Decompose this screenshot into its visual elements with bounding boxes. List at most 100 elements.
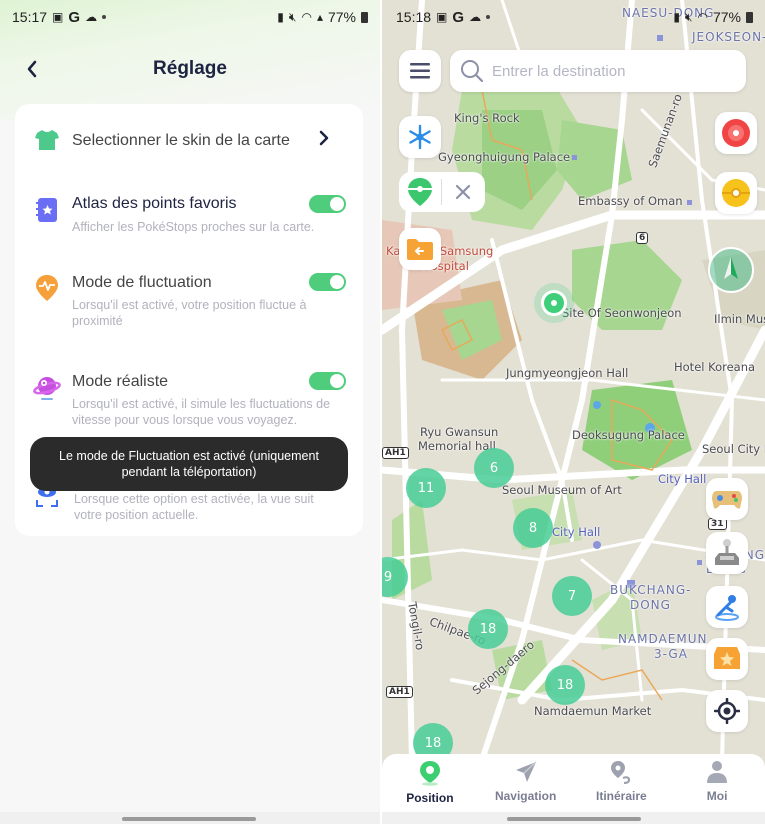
map-label: 3-GA [654,647,688,661]
status-time: 15:18 [396,9,432,25]
page-header: Réglage [0,55,380,85]
joystick-button[interactable] [706,532,748,574]
setting-description: Lorsqu'il est activé, il simule les fluc… [72,397,331,427]
tab-me[interactable]: Moi [669,754,765,812]
tab-label: Itinéraire [596,789,647,803]
mute-icon: 🔇︎ [288,10,297,24]
destination-input[interactable] [492,62,732,80]
tab-position[interactable]: Position [382,754,478,812]
status-bar: 15:18 ▣ G ☁ ▮ 🔇︎ ◠ 77% [396,8,753,26]
pokestop-cluster[interactable]: 6 [474,448,514,488]
battery-icon [746,11,753,23]
battery-saver-icon: ▮ [673,10,680,24]
setting-description: Lorsqu'il est activé, votre position flu… [72,298,307,328]
setting-favorites-atlas: Atlas des points favoris Afficher les Po… [15,192,363,242]
status-time: 15:17 [12,9,48,25]
battery-percent: 77% [712,9,741,25]
map-label: Deoksugung Palace [572,428,685,442]
t-shirt-icon [33,126,61,154]
settings-screen: 15:17 ▣ G ☁ ▮ 🔇︎ ◠ ▴ 77% Réglage Selecti… [0,0,380,824]
tab-label: Moi [706,789,728,803]
map-label: City Hall [552,525,601,539]
map-label: JEOKSEON- [692,30,765,44]
pokestop-filter-control [399,172,485,212]
wifi-icon: ◠ [301,10,312,24]
page-title: Réglage [153,58,227,79]
notification-dot-icon [486,15,491,19]
battery-saver-icon: ▮ [277,10,284,24]
current-location-marker[interactable] [534,283,574,323]
pokeball-button[interactable] [715,172,757,214]
toast-line-1: Le mode de Fluctuation est activé (uniqu… [59,449,319,463]
joystick-icon [715,539,739,565]
map-label: DONG [630,598,671,612]
google-icon: G [452,8,465,26]
person-icon [707,761,728,783]
import-button[interactable] [399,228,441,270]
menu-button[interactable] [399,50,441,92]
red-radar-icon [722,119,750,147]
teleport-button[interactable] [706,586,748,628]
map-label: Seoul City H [702,442,765,456]
close-icon [455,184,471,200]
gamepad-button[interactable] [706,478,748,520]
google-icon: G [68,8,81,26]
map-label: BUKCHANG- [610,583,692,597]
close-filter-button[interactable] [442,184,484,200]
radar-button[interactable] [715,112,757,154]
setting-title: Selectionner le skin de la carte [72,132,290,149]
cloud-icon: ☁ [469,10,482,24]
star-badge-icon [714,647,740,669]
setting-description: Afficher les PokéStops proches sur la ca… [72,220,315,234]
pokestop-cluster[interactable]: 11 [406,468,446,508]
tab-navigation[interactable]: Navigation [478,754,574,812]
gallery-icon: ▣ [52,10,64,24]
locate-me-button[interactable] [706,690,748,732]
setting-realistic-mode: Mode réaliste Lorsqu'il est activé, il s… [15,371,363,431]
menu-icon [410,63,430,79]
tab-label: Navigation [494,789,557,803]
gallery-icon: ▣ [436,10,448,24]
signal-icon: ▴ [316,10,323,24]
pokestop-cluster[interactable]: 8 [513,508,553,548]
home-indicator[interactable] [122,817,256,821]
setting-map-skin[interactable]: Selectionner le skin de la carte [15,124,363,156]
tab-label: Position [406,791,454,805]
pokestop-cluster[interactable]: 18 [468,609,508,649]
freeze-button[interactable] [399,116,441,158]
destination-search[interactable] [450,50,746,92]
map-label: Seoul Museum of Art [502,483,622,497]
cloud-icon: ☁ [85,10,98,24]
favorites-atlas-icon [33,196,61,224]
map-label: Gyeonghuigung Palace [438,150,571,164]
teleport-icon [715,595,739,621]
map-label: Site Of Seonwonjeon [562,306,682,320]
planet-icon [33,373,61,401]
favorites-atlas-toggle[interactable] [309,195,346,213]
map-label: King's Rock [454,111,520,125]
fluctuation-pin-icon [33,274,61,302]
pokestop-cluster[interactable]: 7 [552,576,592,616]
gamepad-icon [712,491,742,509]
toast-line-2: pendant la téléportation) [121,465,257,479]
pokestop-filter-button[interactable] [399,177,441,207]
folder-import-icon [407,239,433,260]
fluctuation-toast: Le mode de Fluctuation est activé (uniqu… [30,437,348,491]
snowflake-icon [409,124,431,150]
map-label: City Hall [658,472,707,486]
toggle-knob [330,374,344,388]
pokestop-cluster[interactable]: 18 [545,665,585,705]
home-indicator[interactable] [507,817,641,821]
fluctuation-mode-toggle[interactable] [309,273,346,291]
map-label: Ryu Gwansun [420,425,499,439]
route-icon [611,761,631,784]
realistic-mode-toggle[interactable] [309,372,346,390]
map-label: Embassy of Oman [578,194,683,208]
chevron-right-icon[interactable] [319,130,329,151]
mute-icon: 🔇︎ [684,10,693,24]
compass-icon[interactable] [708,247,754,293]
tab-itinerary[interactable]: Itinéraire [574,754,670,812]
pokestop-pin-icon [408,178,432,206]
favorites-button[interactable] [706,638,748,680]
search-icon [461,60,484,83]
